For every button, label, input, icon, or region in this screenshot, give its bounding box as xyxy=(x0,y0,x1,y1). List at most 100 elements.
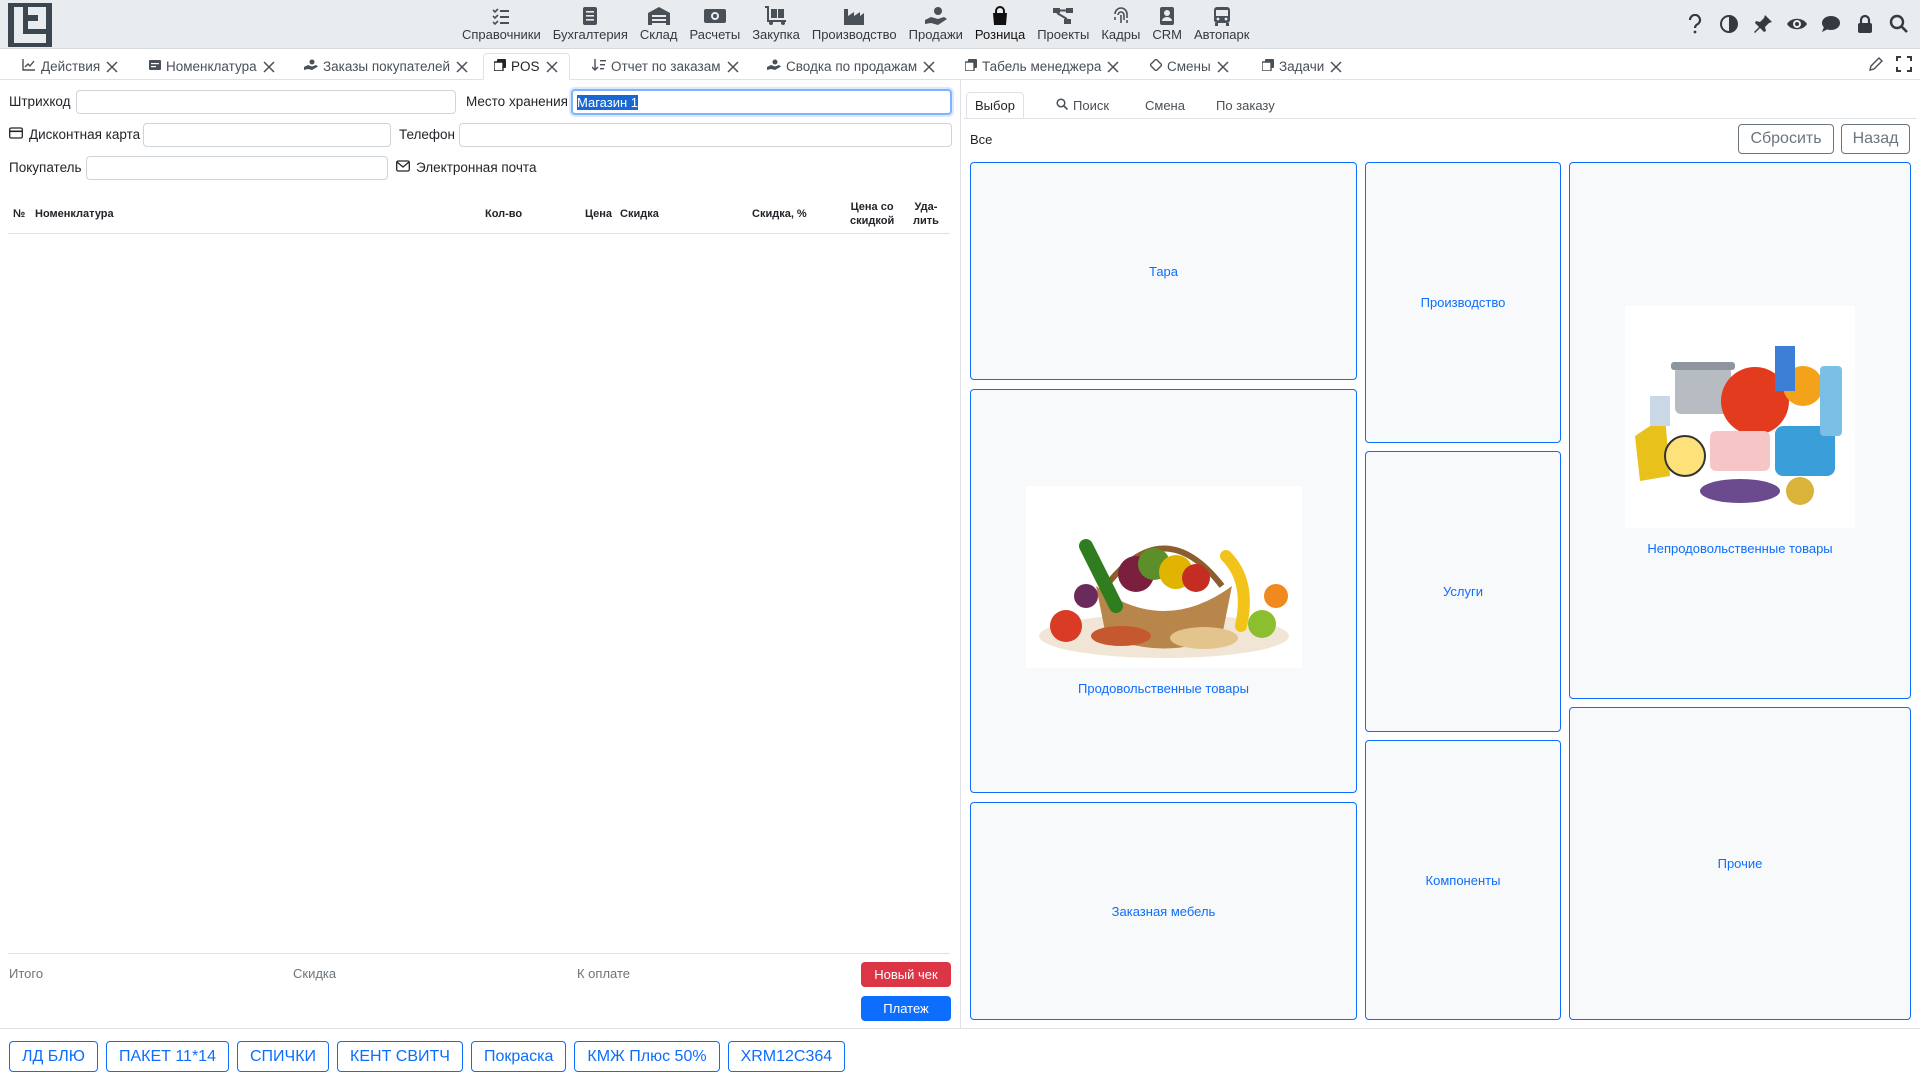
category-other[interactable]: Прочие xyxy=(1569,707,1911,1020)
category-custom-furniture[interactable]: Заказная мебель xyxy=(970,802,1357,1020)
category-production[interactable]: Производство xyxy=(1365,162,1561,443)
discount-card-input[interactable] xyxy=(143,123,391,147)
reset-button[interactable]: Сбросить xyxy=(1738,124,1834,154)
module-retail[interactable]: Розница xyxy=(969,0,1031,49)
module-projects[interactable]: Проекты xyxy=(1031,0,1095,49)
buyer-input[interactable] xyxy=(86,156,388,180)
close-icon[interactable] xyxy=(105,60,119,74)
hand-coin-icon xyxy=(924,4,948,28)
phone-label: Телефон xyxy=(399,127,456,142)
search-icon[interactable] xyxy=(1888,12,1910,36)
category-label: Непродовольственные товары xyxy=(1647,540,1833,556)
module-crm[interactable]: CRM xyxy=(1146,0,1188,49)
quick-item-button[interactable]: ЛД БЛЮ xyxy=(9,1041,98,1072)
close-icon[interactable] xyxy=(1329,60,1343,74)
module-warehouse[interactable]: Склад xyxy=(634,0,684,49)
food-basket-image xyxy=(1025,486,1302,671)
module-fleet[interactable]: Автопарк xyxy=(1188,0,1256,49)
fullscreen-icon[interactable] xyxy=(1896,56,1912,75)
chat-icon[interactable] xyxy=(1820,12,1842,36)
category-label: Услуги xyxy=(1443,584,1483,599)
module-purchasing[interactable]: Закупка xyxy=(746,0,806,49)
tab-shifts[interactable]: Смены xyxy=(1149,53,1230,80)
back-button[interactable]: Назад xyxy=(1841,124,1910,154)
col-discount: Скидка xyxy=(620,208,659,220)
ledger-icon xyxy=(581,4,599,28)
search-icon xyxy=(1056,98,1069,113)
close-icon[interactable] xyxy=(545,60,559,74)
col-qty: Кол-во xyxy=(485,208,523,220)
category-services[interactable]: Услуги xyxy=(1365,451,1561,732)
close-icon[interactable] xyxy=(262,60,276,74)
payment-button[interactable]: Платеж xyxy=(861,996,951,1021)
barcode-input[interactable] xyxy=(76,90,456,114)
quick-buttons-bar: ЛД БЛЮ ПАКЕТ 11*14 СПИЧКИ КЕНТ СВИТЧ Пок… xyxy=(9,1041,846,1072)
category-nonfood[interactable]: Непродовольственные товары xyxy=(1569,162,1911,699)
cart-dolly-icon xyxy=(764,4,788,28)
storage-input[interactable]: Магазин 1 xyxy=(571,89,952,115)
close-icon[interactable] xyxy=(1216,60,1230,74)
email-text: Электронная почта xyxy=(416,160,537,175)
module-hr[interactable]: Кадры xyxy=(1095,0,1146,49)
list-check-icon xyxy=(491,4,511,28)
col-price-discounted: Цена со скидкой xyxy=(850,201,895,227)
category-food[interactable]: Продовольственные товары xyxy=(970,389,1357,793)
edit-icon[interactable] xyxy=(1868,56,1884,75)
tab-customer-orders[interactable]: Заказы покупателей xyxy=(304,53,469,80)
eye-icon[interactable] xyxy=(1786,12,1808,36)
lock-icon[interactable] xyxy=(1854,12,1876,36)
col-price: Цена xyxy=(585,208,613,220)
tab-label: Табель менеджера xyxy=(982,59,1102,74)
tab-actions[interactable]: Действия xyxy=(22,53,119,80)
tab-selection[interactable]: Выбор xyxy=(966,92,1024,119)
module-production[interactable]: Производство xyxy=(806,0,903,49)
tab-shift[interactable]: Смена xyxy=(1137,92,1193,119)
module-handbooks[interactable]: Справочники xyxy=(456,0,547,49)
tab-sales-summary[interactable]: Сводка по продажам xyxy=(767,53,936,80)
credit-card-icon xyxy=(9,127,23,142)
tab-manager-timesheet[interactable]: Табель менеджера xyxy=(964,53,1120,80)
module-settlements[interactable]: Расчеты xyxy=(683,0,746,49)
money-icon xyxy=(703,4,727,28)
pin-icon[interactable] xyxy=(1752,12,1774,36)
tab-orders-report[interactable]: Отчет по заказам xyxy=(591,53,740,80)
fingerprint-icon xyxy=(1111,4,1131,28)
tab-tasks[interactable]: Задачи xyxy=(1261,53,1343,80)
tab-label: Действия xyxy=(41,59,101,74)
sort-icon xyxy=(591,59,606,74)
new-check-button[interactable]: Новый чек xyxy=(861,962,951,987)
tab-search[interactable]: Поиск xyxy=(1048,92,1117,119)
close-icon[interactable] xyxy=(922,60,936,74)
module-label: Расчеты xyxy=(689,27,741,42)
quick-item-button[interactable]: XRM12C364 xyxy=(727,1041,846,1072)
tab-pos[interactable]: POS xyxy=(483,53,570,80)
diamond-icon xyxy=(1149,58,1163,74)
close-icon[interactable] xyxy=(726,60,740,74)
tab-by-order[interactable]: По заказу xyxy=(1208,92,1283,119)
breadcrumb[interactable]: Все xyxy=(970,132,992,147)
close-icon[interactable] xyxy=(455,60,469,74)
quick-item-button[interactable]: КЕНТ СВИТЧ xyxy=(337,1041,463,1072)
copy-icon xyxy=(964,59,977,74)
category-tara[interactable]: Тара xyxy=(970,162,1357,380)
module-label: Продажи xyxy=(908,27,963,42)
app-logo[interactable] xyxy=(8,3,52,47)
quick-item-button[interactable]: СПИЧКИ xyxy=(236,1041,330,1072)
module-sales[interactable]: Продажи xyxy=(903,0,969,49)
quick-item-button[interactable]: Покраска xyxy=(470,1041,567,1072)
category-label: Прочие xyxy=(1717,856,1763,871)
contrast-icon[interactable] xyxy=(1718,12,1740,36)
category-components[interactable]: Компоненты xyxy=(1365,740,1561,1020)
module-label: Справочники xyxy=(462,27,541,42)
quick-item-button[interactable]: ПАКЕТ 11*14 xyxy=(105,1041,229,1072)
close-icon[interactable] xyxy=(1106,60,1120,74)
quick-item-button[interactable]: КМЖ Плюс 50% xyxy=(574,1041,720,1072)
help-icon[interactable] xyxy=(1684,12,1706,36)
module-label: Закупка xyxy=(752,27,800,42)
phone-input[interactable] xyxy=(459,123,952,147)
tab-nomenclature[interactable]: Номенклатура xyxy=(149,53,276,80)
bus-icon xyxy=(1212,4,1232,28)
tab-label: Сводка по продажам xyxy=(786,59,918,74)
module-accounting[interactable]: Бухгалтерия xyxy=(547,0,634,49)
category-label: Продовольственные товары xyxy=(1078,681,1249,696)
